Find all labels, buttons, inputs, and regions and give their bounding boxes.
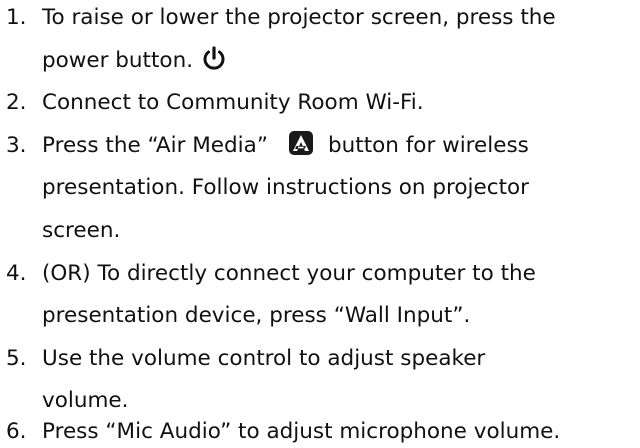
power-icon [203, 46, 225, 70]
item-4-line-2: presentation device, press “Wall Input”. [42, 303, 471, 328]
item-1-line-1: To raise or lower the projector screen, … [42, 5, 556, 30]
item-4-number: 4. [6, 261, 27, 286]
item-1-number: 1. [6, 5, 27, 30]
item-2-number: 2. [6, 90, 27, 115]
item-3-line-1-after: button for wireless [327, 133, 529, 158]
item-1-line-2: power button. [42, 46, 227, 75]
item-3-line-3: screen. [42, 218, 121, 243]
item-3-line-1: Press the “Air Media” button for wireles… [42, 131, 529, 160]
item-5-line-2: volume. [42, 388, 129, 413]
item-6-line-1: Press “Mic Audio” to adjust microphone v… [42, 419, 561, 444]
item-5-number: 5. [6, 346, 27, 371]
item-5-line-1: Use the volume control to adjust speaker [42, 346, 486, 371]
item-1-line-2-text: power button. [42, 48, 194, 73]
air-media-icon [288, 131, 313, 155]
item-3-number: 3. [6, 133, 27, 158]
instruction-list: 1. To raise or lower the projector scree… [0, 0, 640, 448]
item-6-number: 6. [6, 419, 27, 444]
item-3-line-1-before: Press the “Air Media” [42, 133, 268, 158]
item-4-line-1: (OR) To directly connect your computer t… [42, 261, 536, 286]
item-3-line-2: presentation. Follow instructions on pro… [42, 175, 529, 200]
item-2-line-1: Connect to Community Room Wi-Fi. [42, 90, 424, 115]
